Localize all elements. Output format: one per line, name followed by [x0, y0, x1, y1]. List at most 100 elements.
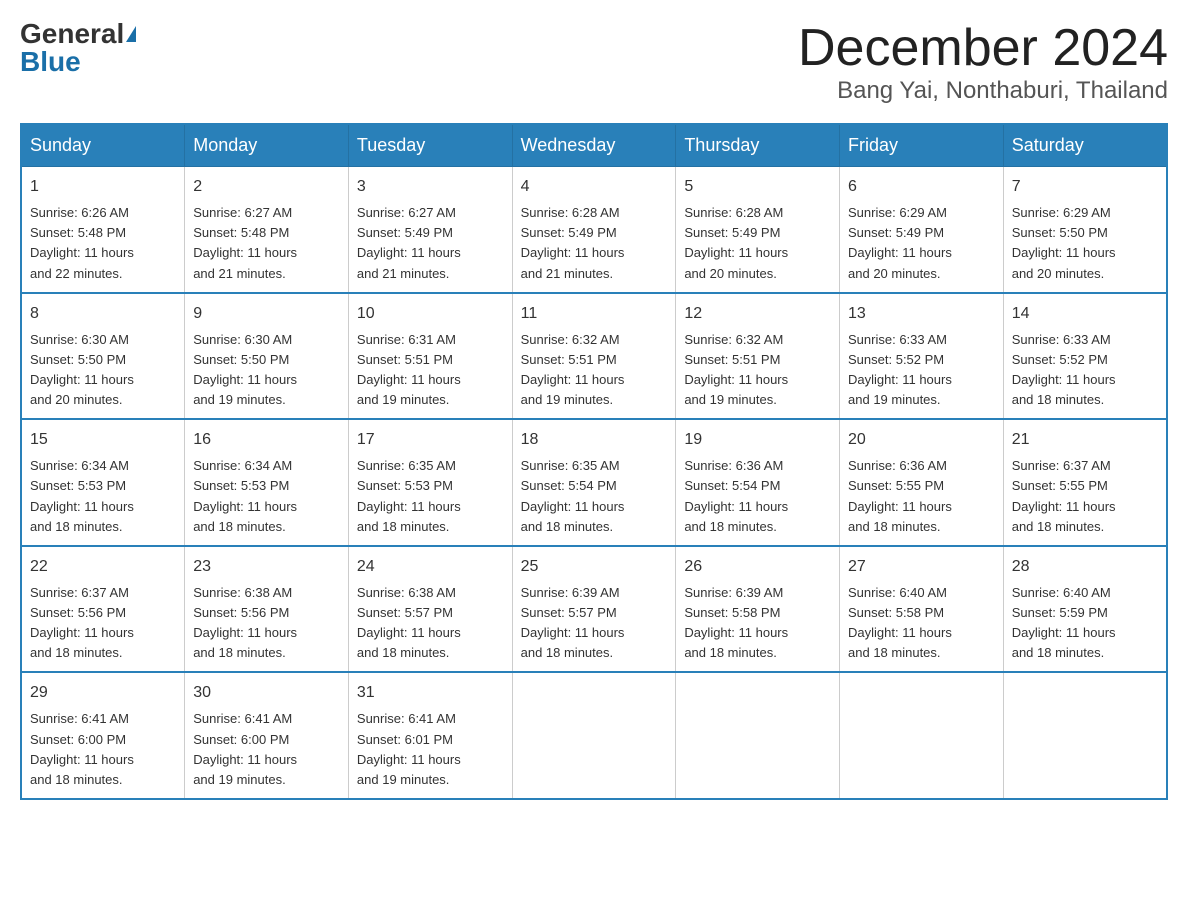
day-cell: 2Sunrise: 6:27 AMSunset: 5:48 PMDaylight… [185, 167, 349, 293]
column-header-sunday: Sunday [21, 124, 185, 167]
day-number: 19 [684, 428, 831, 452]
day-cell: 11Sunrise: 6:32 AMSunset: 5:51 PMDayligh… [512, 293, 676, 420]
day-info: Sunrise: 6:40 AMSunset: 5:58 PMDaylight:… [848, 585, 952, 660]
day-cell: 3 Sunrise: 6:27 AMSunset: 5:49 PMDaylight… [348, 167, 512, 293]
day-cell: 5 Sunrise: 6:28 AMSunset: 5:49 PMDaylight… [676, 167, 840, 293]
day-number: 18 [521, 428, 668, 452]
week-row-1: 1 Sunrise: 6:26 AMSunset: 5:48 PMDaylight… [21, 167, 1167, 293]
day-info: Sunrise: 6:36 AMSunset: 5:55 PMDaylight:… [848, 458, 952, 533]
day-cell: 10 Sunrise: 6:31 AMSunset: 5:51 PMDayligh… [348, 293, 512, 420]
day-number: 23 [193, 555, 340, 579]
day-cell: 23Sunrise: 6:38 AMSunset: 5:56 PMDayligh… [185, 546, 349, 673]
day-info: Sunrise: 6:29 AMSunset: 5:50 PMDaylight:… [1012, 205, 1116, 280]
day-info: Sunrise: 6:37 AMSunset: 5:56 PMDaylight:… [30, 585, 134, 660]
month-title: December 2024 [798, 20, 1168, 77]
day-cell: 17Sunrise: 6:35 AMSunset: 5:53 PMDayligh… [348, 419, 512, 546]
day-number: 21 [1012, 428, 1158, 452]
day-number: 16 [193, 428, 340, 452]
day-info: Sunrise: 6:41 AMSunset: 6:00 PMDaylight:… [193, 711, 297, 786]
day-info: Sunrise: 6:34 AMSunset: 5:53 PMDaylight:… [193, 458, 297, 533]
day-number: 29 [30, 681, 176, 705]
day-cell: 14 Sunrise: 6:33 AMSunset: 5:52 PMDayligh… [1003, 293, 1167, 420]
day-number: 8 [30, 302, 176, 326]
day-info: Sunrise: 6:35 AMSunset: 5:53 PMDaylight:… [357, 458, 461, 533]
day-info: Sunrise: 6:35 AMSunset: 5:54 PMDaylight:… [521, 458, 625, 533]
day-number: 9 [193, 302, 340, 326]
day-number: 20 [848, 428, 995, 452]
day-cell: 1 Sunrise: 6:26 AMSunset: 5:48 PMDaylight… [21, 167, 185, 293]
day-info: Sunrise: 6:36 AMSunset: 5:54 PMDaylight:… [684, 458, 788, 533]
day-number: 12 [684, 302, 831, 326]
day-info: Sunrise: 6:26 AMSunset: 5:48 PMDaylight:… [30, 205, 134, 280]
day-cell: 19 Sunrise: 6:36 AMSunset: 5:54 PMDayligh… [676, 419, 840, 546]
day-cell: 30 Sunrise: 6:41 AMSunset: 6:00 PMDayligh… [185, 672, 349, 799]
day-info: Sunrise: 6:41 AMSunset: 6:00 PMDaylight:… [30, 711, 134, 786]
day-cell: 22 Sunrise: 6:37 AMSunset: 5:56 PMDayligh… [21, 546, 185, 673]
week-row-4: 22 Sunrise: 6:37 AMSunset: 5:56 PMDayligh… [21, 546, 1167, 673]
week-row-5: 29 Sunrise: 6:41 AMSunset: 6:00 PMDayligh… [21, 672, 1167, 799]
day-cell: 27 Sunrise: 6:40 AMSunset: 5:58 PMDayligh… [840, 546, 1004, 673]
day-info: Sunrise: 6:30 AMSunset: 5:50 PMDaylight:… [193, 332, 297, 407]
day-info: Sunrise: 6:33 AMSunset: 5:52 PMDaylight:… [848, 332, 952, 407]
day-info: Sunrise: 6:38 AMSunset: 5:57 PMDaylight:… [357, 585, 461, 660]
day-cell: 18 Sunrise: 6:35 AMSunset: 5:54 PMDayligh… [512, 419, 676, 546]
day-number: 14 [1012, 302, 1158, 326]
day-info: Sunrise: 6:41 AMSunset: 6:01 PMDaylight:… [357, 711, 461, 786]
day-cell: 31Sunrise: 6:41 AMSunset: 6:01 PMDayligh… [348, 672, 512, 799]
day-info: Sunrise: 6:30 AMSunset: 5:50 PMDaylight:… [30, 332, 134, 407]
calendar-table: SundayMondayTuesdayWednesdayThursdayFrid… [20, 123, 1168, 800]
day-number: 7 [1012, 175, 1158, 199]
day-number: 24 [357, 555, 504, 579]
day-number: 30 [193, 681, 340, 705]
day-number: 4 [521, 175, 668, 199]
day-number: 1 [30, 175, 176, 199]
day-info: Sunrise: 6:27 AMSunset: 5:49 PMDaylight:… [357, 205, 461, 280]
page-header: General Blue December 2024 Bang Yai, Non… [20, 20, 1168, 105]
day-info: Sunrise: 6:32 AMSunset: 5:51 PMDaylight:… [684, 332, 788, 407]
day-cell: 29 Sunrise: 6:41 AMSunset: 6:00 PMDayligh… [21, 672, 185, 799]
day-cell [1003, 672, 1167, 799]
day-info: Sunrise: 6:39 AMSunset: 5:58 PMDaylight:… [684, 585, 788, 660]
calendar-header-row: SundayMondayTuesdayWednesdayThursdayFrid… [21, 124, 1167, 167]
day-number: 10 [357, 302, 504, 326]
day-cell [840, 672, 1004, 799]
day-number: 5 [684, 175, 831, 199]
logo-triangle-icon [126, 26, 136, 42]
day-cell [512, 672, 676, 799]
location-title: Bang Yai, Nonthaburi, Thailand [798, 77, 1168, 105]
day-cell [676, 672, 840, 799]
day-cell: 12 Sunrise: 6:32 AMSunset: 5:51 PMDayligh… [676, 293, 840, 420]
week-row-2: 8 Sunrise: 6:30 AMSunset: 5:50 PMDaylight… [21, 293, 1167, 420]
day-number: 28 [1012, 555, 1158, 579]
day-cell: 26Sunrise: 6:39 AMSunset: 5:58 PMDayligh… [676, 546, 840, 673]
day-info: Sunrise: 6:32 AMSunset: 5:51 PMDaylight:… [521, 332, 625, 407]
day-number: 22 [30, 555, 176, 579]
column-header-monday: Monday [185, 124, 349, 167]
day-info: Sunrise: 6:28 AMSunset: 5:49 PMDaylight:… [684, 205, 788, 280]
day-info: Sunrise: 6:34 AMSunset: 5:53 PMDaylight:… [30, 458, 134, 533]
day-cell: 9 Sunrise: 6:30 AMSunset: 5:50 PMDaylight… [185, 293, 349, 420]
column-header-tuesday: Tuesday [348, 124, 512, 167]
logo: General Blue [20, 20, 136, 76]
day-cell: 20 Sunrise: 6:36 AMSunset: 5:55 PMDayligh… [840, 419, 1004, 546]
day-info: Sunrise: 6:27 AMSunset: 5:48 PMDaylight:… [193, 205, 297, 280]
day-cell: 13 Sunrise: 6:33 AMSunset: 5:52 PMDayligh… [840, 293, 1004, 420]
day-info: Sunrise: 6:40 AMSunset: 5:59 PMDaylight:… [1012, 585, 1116, 660]
day-info: Sunrise: 6:39 AMSunset: 5:57 PMDaylight:… [521, 585, 625, 660]
day-info: Sunrise: 6:29 AMSunset: 5:49 PMDaylight:… [848, 205, 952, 280]
column-header-thursday: Thursday [676, 124, 840, 167]
column-header-wednesday: Wednesday [512, 124, 676, 167]
day-cell: 7 Sunrise: 6:29 AMSunset: 5:50 PMDaylight… [1003, 167, 1167, 293]
logo-blue-text: Blue [20, 48, 81, 76]
day-number: 13 [848, 302, 995, 326]
day-cell: 28 Sunrise: 6:40 AMSunset: 5:59 PMDayligh… [1003, 546, 1167, 673]
day-number: 27 [848, 555, 995, 579]
day-info: Sunrise: 6:31 AMSunset: 5:51 PMDaylight:… [357, 332, 461, 407]
day-cell: 4Sunrise: 6:28 AMSunset: 5:49 PMDaylight… [512, 167, 676, 293]
column-header-saturday: Saturday [1003, 124, 1167, 167]
day-number: 6 [848, 175, 995, 199]
day-number: 3 [357, 175, 504, 199]
day-cell: 6 Sunrise: 6:29 AMSunset: 5:49 PMDaylight… [840, 167, 1004, 293]
day-info: Sunrise: 6:33 AMSunset: 5:52 PMDaylight:… [1012, 332, 1116, 407]
day-cell: 16 Sunrise: 6:34 AMSunset: 5:53 PMDayligh… [185, 419, 349, 546]
